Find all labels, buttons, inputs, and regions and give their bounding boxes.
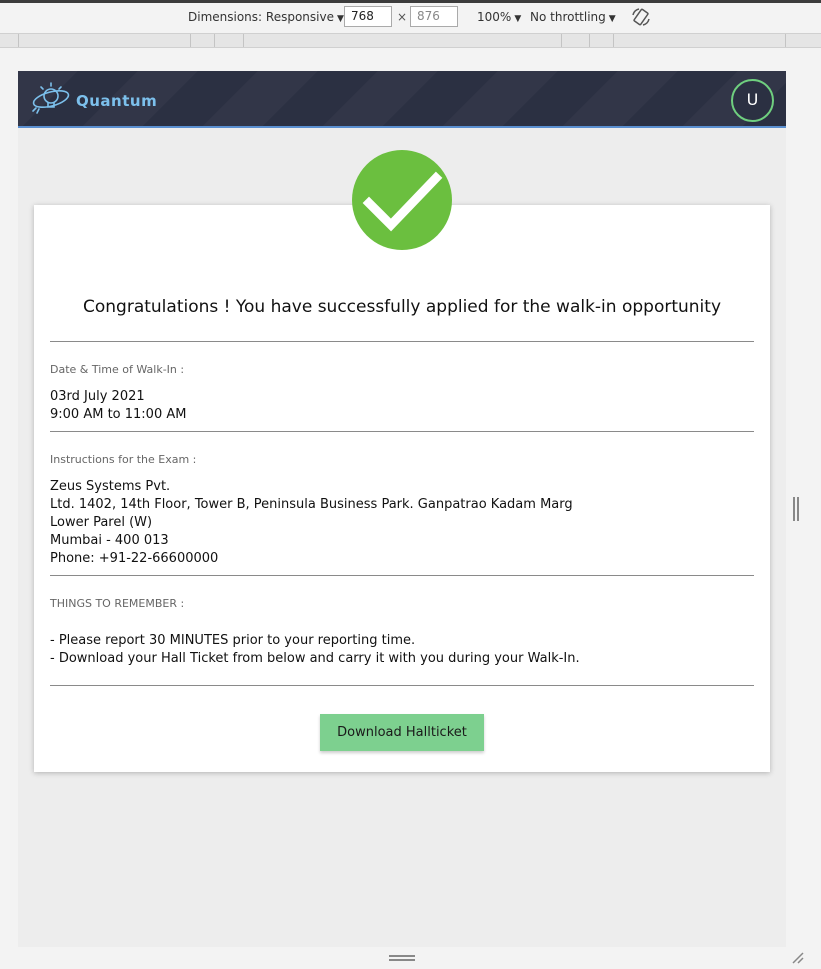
rotate-icon[interactable] [631, 7, 651, 27]
zoom-dropdown[interactable]: 100% ▼ [477, 10, 521, 24]
divider [50, 575, 754, 576]
caret-down-icon: ▼ [514, 14, 522, 24]
instruction-line: Lower Parel (W) [50, 515, 153, 530]
caret-down-icon: ▼ [336, 14, 344, 24]
dimensions-dropdown[interactable]: Dimensions: Responsive ▼ [188, 10, 344, 24]
success-badge [352, 150, 452, 250]
instruction-line: Phone: +91-22-66600000 [50, 551, 219, 566]
remember-line: - Download your Hall Ticket from below a… [50, 651, 580, 666]
ruler-segment [190, 34, 191, 47]
caret-down-icon: ▼ [608, 14, 616, 24]
user-avatar[interactable]: U [731, 79, 774, 122]
instruction-line: Mumbai - 400 013 [50, 533, 169, 548]
ruler-segment [561, 34, 562, 47]
width-input[interactable]: 768 [344, 6, 392, 27]
confirmation-card: Congratulations ! You have successfully … [34, 205, 770, 772]
ruler-segment [613, 34, 614, 47]
media-query-ruler [0, 33, 821, 48]
ruler-segment [589, 34, 590, 47]
right-resize-gutter [786, 71, 821, 947]
instruction-line: Zeus Systems Pvt. [50, 479, 171, 494]
throttling-label: No throttling [530, 10, 606, 24]
height-input[interactable]: 876 [410, 6, 458, 27]
times-separator: × [397, 10, 408, 24]
remember-line: - Please report 30 MINUTES prior to your… [50, 633, 416, 648]
success-heading: Congratulations ! You have successfully … [83, 297, 721, 317]
divider [50, 431, 754, 432]
remember-label: THINGS TO REMEMBER : [50, 597, 185, 610]
ruler-segment [18, 34, 19, 47]
dimensions-label: Dimensions: Responsive [188, 10, 334, 24]
app-header: Quantum U [18, 71, 786, 128]
height-resize-handle[interactable] [389, 955, 415, 961]
corner-resize-icon[interactable] [790, 950, 804, 964]
ruler-segment [785, 34, 786, 47]
walkin-date: 03rd July 2021 [50, 389, 145, 404]
download-hallticket-button[interactable]: Download Hallticket [320, 714, 484, 751]
instructions-label: Instructions for the Exam : [50, 453, 197, 466]
lightbulb-orbit-icon [32, 82, 70, 114]
walkin-time: 9:00 AM to 11:00 AM [50, 407, 187, 422]
instruction-line: Ltd. 1402, 14th Floor, Tower B, Peninsul… [50, 497, 573, 512]
brand-name[interactable]: Quantum [76, 92, 157, 110]
throttling-dropdown[interactable]: No throttling ▼ [530, 10, 616, 24]
checkmark-icon [362, 171, 443, 232]
walkin-label: Date & Time of Walk-In : [50, 363, 185, 376]
divider [50, 685, 754, 686]
devtools-device-toolbar: Dimensions: Responsive ▼ 768 × 876 100% ▼ … [0, 3, 821, 33]
ruler-segment [214, 34, 215, 47]
ruler-segment [243, 34, 244, 47]
emulated-viewport: Quantum U Congratulations ! You have suc… [18, 71, 786, 947]
zoom-label: 100% [477, 10, 512, 24]
divider [50, 341, 754, 342]
width-resize-handle[interactable] [793, 497, 799, 521]
